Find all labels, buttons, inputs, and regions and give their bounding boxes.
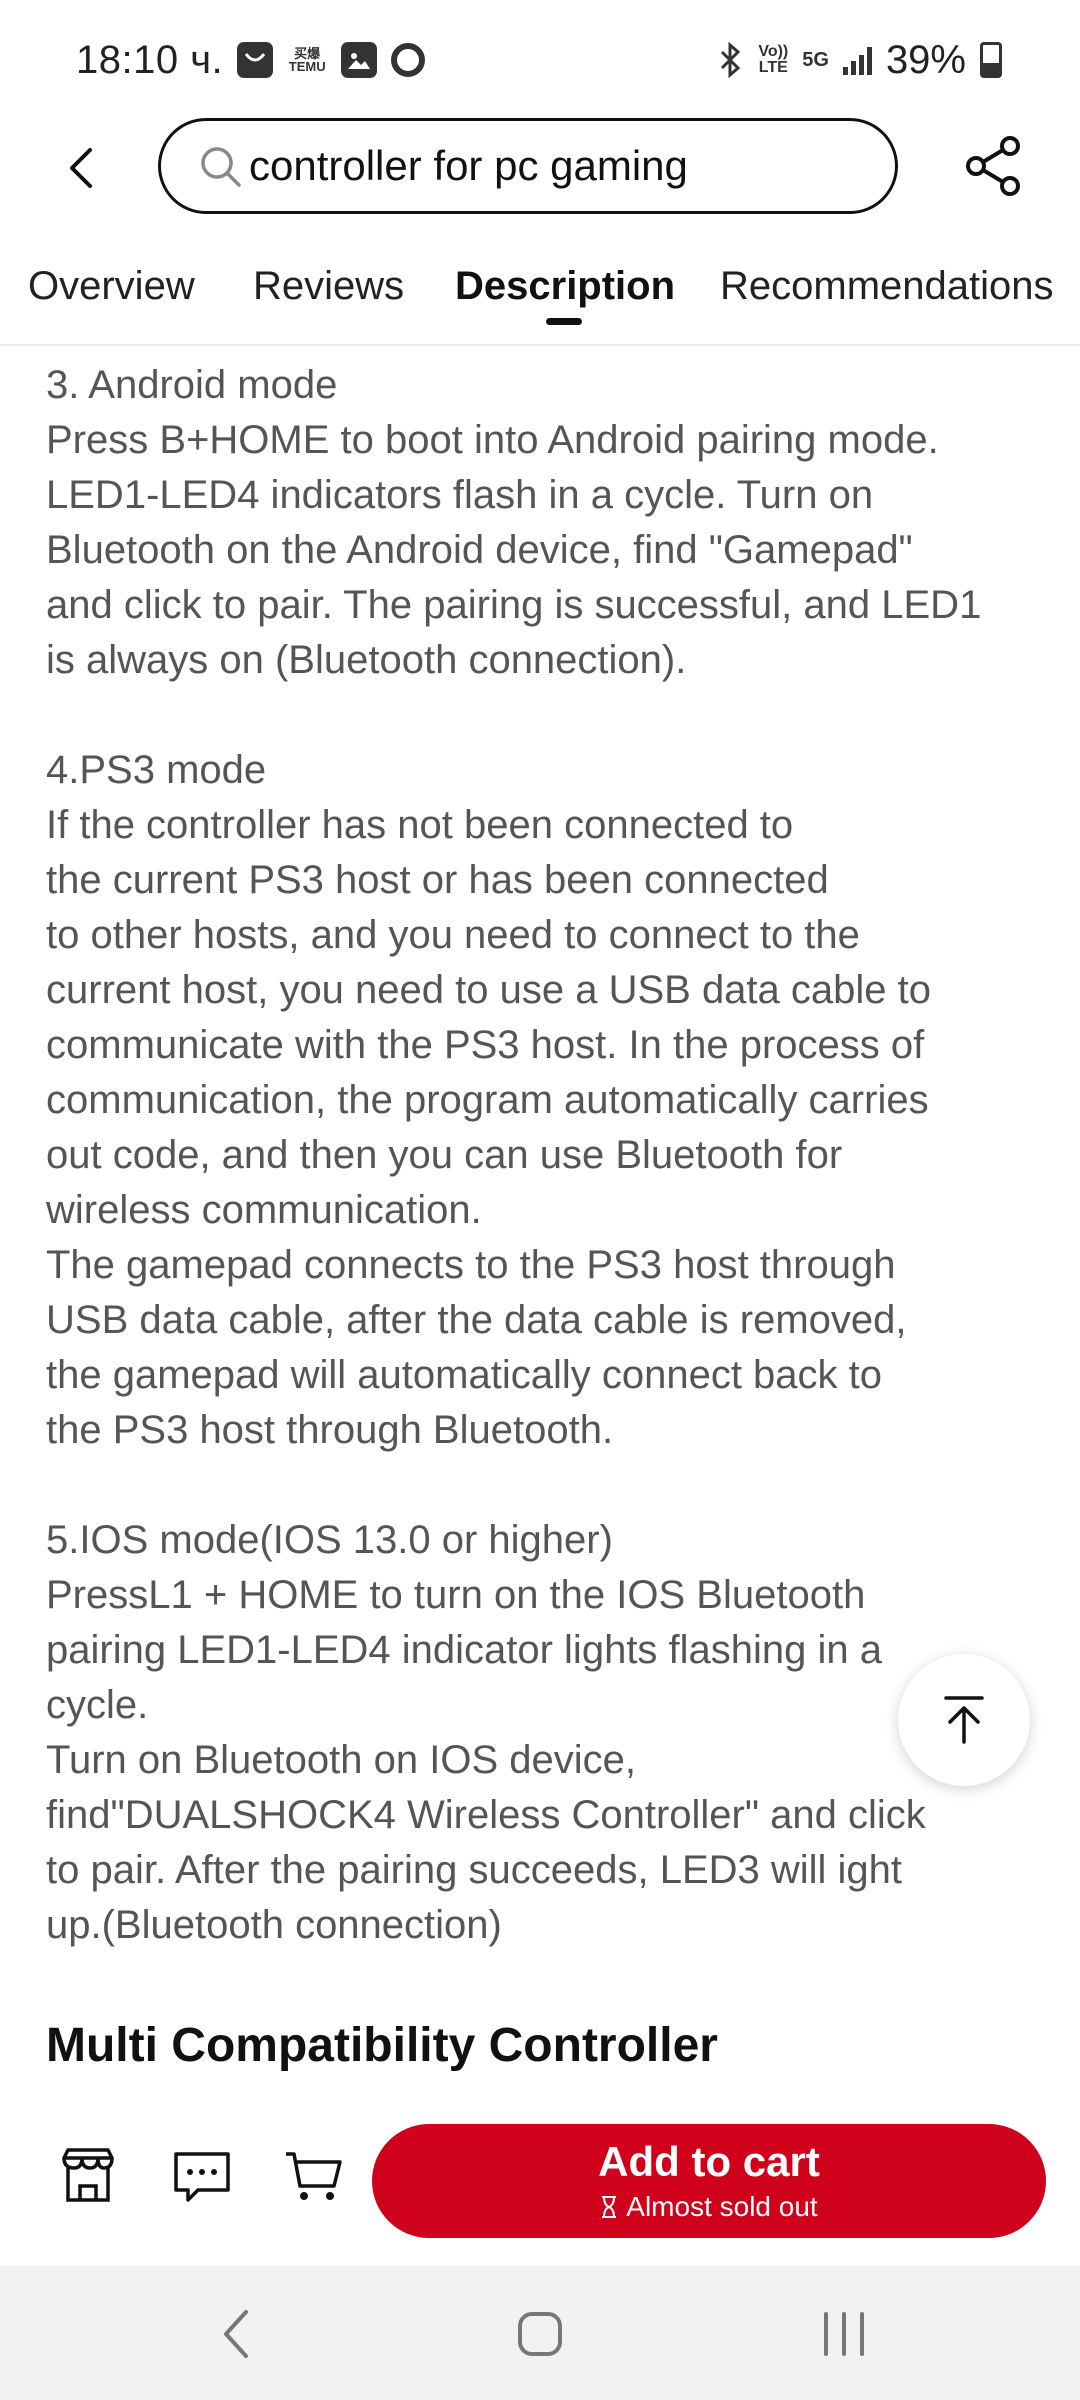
cart-icon xyxy=(286,2152,342,2200)
search-header xyxy=(0,110,1080,230)
description-paragraph-ps3: 4.PS3 mode If the controller has not bee… xyxy=(46,748,931,1452)
status-right: Vo)) LTE 5G 39% xyxy=(718,38,1002,83)
nav-home-button[interactable] xyxy=(500,2296,580,2372)
section-heading: Multi Compatibility Controller xyxy=(46,2019,718,2072)
add-to-cart-button[interactable]: Add to cart Almost sold out xyxy=(372,2124,1046,2238)
arrow-up-icon xyxy=(944,1696,984,1744)
chat-icon xyxy=(174,2152,230,2202)
nav-recents-icon xyxy=(824,2312,864,2356)
bottom-action-bar: Add to cart Almost sold out xyxy=(0,2100,1080,2266)
hourglass-icon xyxy=(602,2196,617,2218)
search-input[interactable] xyxy=(249,142,869,190)
chrome-notification-icon xyxy=(391,43,426,77)
active-tab-indicator xyxy=(546,318,582,325)
cart-button[interactable] xyxy=(282,2144,346,2208)
system-nav-bar xyxy=(0,2266,1080,2400)
stock-note-label: Almost sold out xyxy=(626,2191,818,2222)
back-arrow-icon xyxy=(70,148,92,188)
store-button[interactable] xyxy=(56,2144,120,2208)
nav-back-button[interactable] xyxy=(196,2296,276,2372)
status-left: 18:10 ч. 买爆 TEMU xyxy=(76,37,426,83)
nav-recents-button[interactable] xyxy=(804,2296,884,2372)
battery-icon xyxy=(980,42,1002,78)
signal-strength-icon xyxy=(842,45,872,75)
status-time: 18:10 ч. xyxy=(76,37,224,82)
battery-percent: 39% xyxy=(885,37,966,82)
search-icon xyxy=(201,147,241,187)
tab-recommendations[interactable]: Recommendations xyxy=(720,264,1054,309)
share-icon xyxy=(966,136,1020,196)
gallery-notification-icon xyxy=(341,42,378,78)
nav-back-icon xyxy=(224,2310,248,2358)
description-paragraph-android: 3. Android mode Press B+HOME to boot int… xyxy=(46,363,982,682)
share-button[interactable] xyxy=(962,134,1026,198)
temu-notification-icon: 买爆 TEMU xyxy=(288,46,326,74)
nav-home-icon xyxy=(518,2312,562,2356)
bluetooth-icon xyxy=(721,42,741,78)
tab-reviews[interactable]: Reviews xyxy=(253,264,404,309)
description-content: 3. Android mode Press B+HOME to boot int… xyxy=(46,358,1046,1953)
tab-description[interactable]: Description xyxy=(455,264,675,309)
back-button[interactable] xyxy=(52,138,108,198)
description-paragraph-ios: 5.IOS mode(IOS 13.0 or higher) PressL1 +… xyxy=(46,1518,926,1947)
search-box[interactable] xyxy=(158,118,898,214)
scroll-to-top-button[interactable] xyxy=(898,1654,1030,1786)
chat-button[interactable] xyxy=(170,2144,234,2208)
store-icon xyxy=(62,2148,114,2202)
notification-app-icon xyxy=(237,42,274,78)
volte-indicator: Vo)) LTE xyxy=(758,43,789,76)
network-5g-indicator: 5G xyxy=(802,49,829,71)
add-to-cart-label: Add to cart xyxy=(598,2138,820,2185)
tab-bar: Overview Reviews Description Recommendat… xyxy=(0,250,1080,346)
status-bar: 18:10 ч. 买爆 TEMU Vo)) LTE 5G 39% xyxy=(0,0,1080,120)
stock-note: Almost sold out xyxy=(600,2190,818,2224)
tab-overview[interactable]: Overview xyxy=(28,264,195,309)
